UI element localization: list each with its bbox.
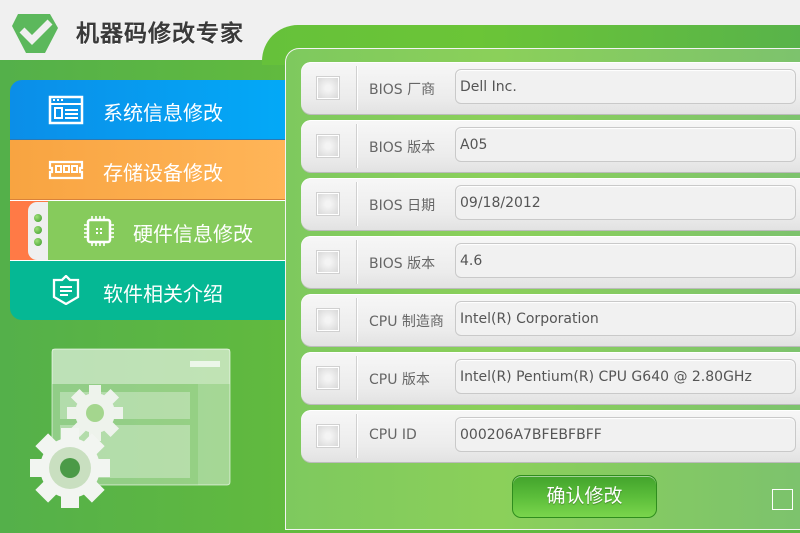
divider — [356, 298, 357, 342]
field-label: CPU 版本 — [369, 372, 430, 388]
active-indicator — [28, 202, 48, 260]
select-all-checkbox[interactable] — [772, 489, 793, 510]
divider — [356, 66, 357, 110]
divider — [356, 356, 357, 400]
window-icon — [48, 95, 84, 125]
confirm-button[interactable]: 确认修改 — [512, 475, 657, 518]
large-gear-icon — [30, 428, 110, 508]
field-checkbox[interactable] — [317, 77, 339, 99]
field-label: BIOS 版本 — [369, 256, 436, 272]
field-label: BIOS 日期 — [369, 198, 436, 214]
memory-chip-icon — [48, 160, 84, 180]
app-title: 机器码修改专家 — [76, 21, 244, 47]
field-input[interactable]: Dell Inc. — [455, 69, 796, 104]
cpu-icon — [84, 216, 114, 246]
divider — [356, 182, 357, 226]
field-input[interactable]: 09/18/2012 — [455, 185, 796, 220]
field-checkbox[interactable] — [317, 367, 339, 389]
field-input[interactable]: 4.6 — [455, 243, 796, 278]
checkmark-shield-icon — [12, 14, 58, 53]
field-row-cpu-manufacturer: CPU 制造商 Intel(R) Corporation — [301, 294, 800, 346]
field-label: BIOS 版本 — [369, 140, 436, 156]
field-row-bios-date: BIOS 日期 09/18/2012 — [301, 178, 800, 230]
sidebar-item-label: 硬件信息修改 — [133, 222, 253, 246]
field-label: CPU ID — [369, 427, 417, 443]
indicator-dot — [34, 238, 42, 246]
field-input[interactable]: A05 — [455, 127, 796, 162]
field-checkbox[interactable] — [317, 251, 339, 273]
field-row-bios-version-2: BIOS 版本 4.6 — [301, 236, 800, 288]
field-label: BIOS 厂商 — [369, 82, 436, 98]
field-checkbox[interactable] — [317, 309, 339, 331]
sidebar-item-label: 软件相关介绍 — [103, 282, 223, 306]
sidebar-item-label: 存储设备修改 — [103, 161, 223, 185]
field-input[interactable]: 000206A7BFEBFBFF — [455, 417, 796, 452]
field-checkbox[interactable] — [317, 135, 339, 157]
divider — [356, 414, 357, 458]
field-row-bios-version: BIOS 版本 A05 — [301, 120, 800, 172]
divider — [356, 240, 357, 284]
sidebar-item-storage[interactable]: 存储设备修改 — [10, 140, 285, 200]
field-checkbox[interactable] — [317, 425, 339, 447]
field-row-cpu-version: CPU 版本 Intel(R) Pentium(R) CPU G640 @ 2.… — [301, 352, 800, 404]
divider — [356, 124, 357, 168]
field-input[interactable]: Intel(R) Pentium(R) CPU G640 @ 2.80GHz — [455, 359, 796, 394]
settings-illustration — [30, 348, 231, 508]
field-row-bios-vendor: BIOS 厂商 Dell Inc. — [301, 62, 800, 114]
field-checkbox[interactable] — [317, 193, 339, 215]
indicator-dot — [34, 214, 42, 222]
sidebar-item-label: 系统信息修改 — [103, 101, 223, 125]
field-input[interactable]: Intel(R) Corporation — [455, 301, 796, 336]
sidebar-nav: 系统信息修改 存储设备修改 硬件信息修改 软件相关介绍 — [10, 80, 287, 320]
indicator-dot — [34, 226, 42, 234]
field-label: CPU 制造商 — [369, 314, 444, 330]
sidebar-item-about[interactable]: 软件相关介绍 — [10, 260, 285, 320]
sidebar-item-hardware[interactable]: 硬件信息修改 — [10, 200, 287, 261]
sidebar-item-system-info[interactable]: 系统信息修改 — [10, 80, 285, 140]
field-row-cpu-id: CPU ID 000206A7BFEBFBFF — [301, 410, 800, 462]
shield-document-icon — [52, 275, 80, 305]
